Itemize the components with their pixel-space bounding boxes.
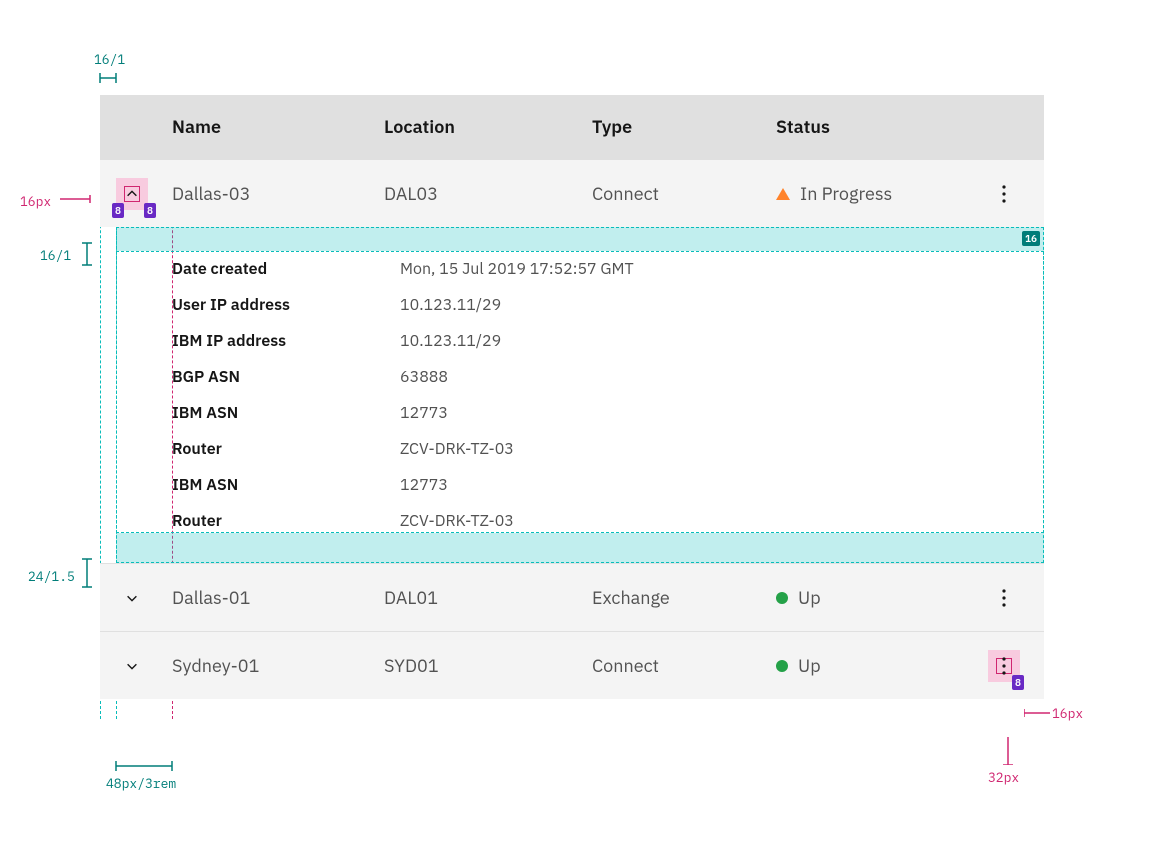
status-ok-icon xyxy=(776,592,788,604)
row-overflow-menu[interactable] xyxy=(988,178,1020,210)
detail-row: RouterZCV-DRK-TZ-03 xyxy=(172,503,1028,539)
row-detail-panel: Date createdMon, 15 Jul 2019 17:52:57 GM… xyxy=(100,227,1044,563)
detail-row: BGP ASN63888 xyxy=(172,359,1028,395)
detail-value: 63888 xyxy=(400,367,448,387)
table-row: Dallas-01 DAL01 Exchange Up xyxy=(100,563,1044,631)
col-header-name[interactable]: Name xyxy=(156,115,384,138)
col-header-type[interactable]: Type xyxy=(592,115,776,138)
overflow-menu-icon xyxy=(1002,589,1006,607)
cell-type: Exchange xyxy=(592,586,776,609)
detail-row: IBM ASN12773 xyxy=(172,395,1028,431)
detail-row: Date createdMon, 15 Jul 2019 17:52:57 GM… xyxy=(172,251,1028,287)
cell-location: DAL03 xyxy=(384,182,592,205)
col-header-status[interactable]: Status xyxy=(776,115,976,138)
anno-expander-pad-left: 8 xyxy=(112,203,124,218)
detail-key: IBM ASN xyxy=(172,403,400,423)
cell-status: Up xyxy=(776,654,976,677)
detail-row: IBM ASN12773 xyxy=(172,467,1028,503)
cell-type: Connect xyxy=(592,182,776,205)
anno-expander-px: 16px xyxy=(20,193,51,210)
cell-name: Dallas-03 xyxy=(156,182,384,205)
row-overflow-menu[interactable]: 8 xyxy=(988,650,1020,682)
cell-location: DAL01 xyxy=(384,586,592,609)
row-expand-toggle[interactable] xyxy=(116,582,148,614)
cell-type: Connect xyxy=(592,654,776,677)
table-header: Name Location Type Status xyxy=(100,95,1044,159)
cell-name: Sydney-01 xyxy=(156,654,384,677)
anno-top-pad: 16/1 xyxy=(40,247,71,264)
col-header-location[interactable]: Location xyxy=(384,115,592,138)
cell-status: In Progress xyxy=(776,182,976,205)
detail-value: 10.123.11/29 xyxy=(400,331,501,351)
data-table: Name Location Type Status 8 8 Dal xyxy=(100,95,1044,699)
row-overflow-menu[interactable] xyxy=(988,582,1020,614)
anno-expander-pad-right: 8 xyxy=(144,203,156,218)
table-row: 8 8 Dallas-03 DAL03 Connect In Progress xyxy=(100,159,1044,227)
row-expand-toggle[interactable]: 8 8 xyxy=(116,178,148,210)
anno-overflow-pad: 8 xyxy=(1012,675,1024,690)
status-text: In Progress xyxy=(800,182,892,205)
detail-key: IBM ASN xyxy=(172,475,400,495)
anno-overflow-icon-px: 16px xyxy=(1052,705,1083,722)
overflow-menu-icon xyxy=(1002,185,1006,203)
detail-row: IBM IP address10.123.11/29 xyxy=(172,323,1028,359)
detail-key: BGP ASN xyxy=(172,367,400,387)
detail-key: User IP address xyxy=(172,295,400,315)
detail-value: ZCV-DRK-TZ-03 xyxy=(400,439,514,459)
cell-location: SYD01 xyxy=(384,654,592,677)
table-row: Sydney-01 SYD01 Connect Up xyxy=(100,631,1044,699)
chevron-up-icon xyxy=(125,187,139,201)
detail-row: RouterZCV-DRK-TZ-03 xyxy=(172,431,1028,467)
anno-overflow-box-px: 32px xyxy=(988,769,1019,786)
anno-bottom-pad: 24/1.5 xyxy=(28,568,75,585)
status-ok-icon xyxy=(776,660,788,672)
detail-key: Date created xyxy=(172,259,400,279)
detail-key: Router xyxy=(172,511,400,531)
status-warning-icon xyxy=(776,188,790,200)
row-expand-toggle[interactable] xyxy=(116,650,148,682)
status-text: Up xyxy=(798,654,821,677)
anno-top-gutter: 16/1 xyxy=(94,51,125,68)
detail-value: 12773 xyxy=(400,475,448,495)
status-text: Up xyxy=(798,586,821,609)
chevron-down-icon xyxy=(125,659,139,673)
anno-left-indent: 48px/3rem xyxy=(106,775,176,792)
cell-status: Up xyxy=(776,586,976,609)
overflow-menu-icon xyxy=(1002,657,1006,675)
detail-value: 10.123.11/29 xyxy=(400,295,501,315)
chevron-down-icon xyxy=(125,591,139,605)
detail-value: Mon, 15 Jul 2019 17:52:57 GMT xyxy=(400,259,634,279)
detail-key: Router xyxy=(172,439,400,459)
detail-value: ZCV-DRK-TZ-03 xyxy=(400,511,514,531)
detail-row: User IP address10.123.11/29 xyxy=(172,287,1028,323)
cell-name: Dallas-01 xyxy=(156,586,384,609)
detail-key: IBM IP address xyxy=(172,331,400,351)
detail-value: 12773 xyxy=(400,403,448,423)
